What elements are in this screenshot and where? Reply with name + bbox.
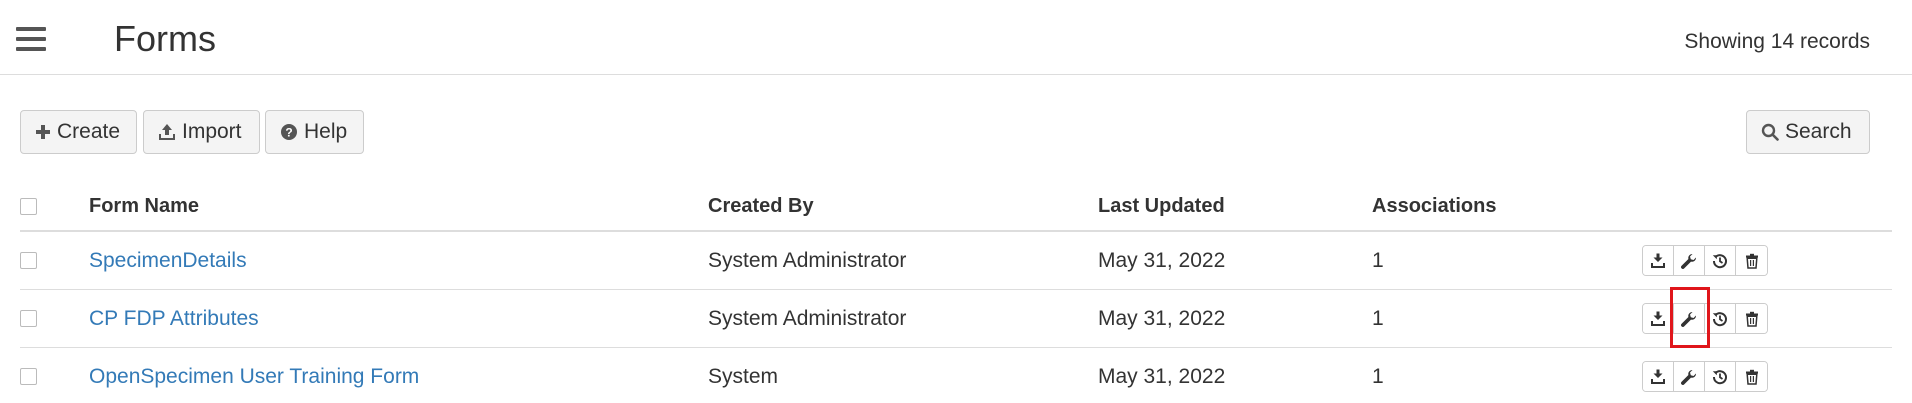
associations-cell: 1 — [1372, 248, 1384, 272]
record-count: Showing 14 records — [1684, 30, 1870, 53]
column-header-associations[interactable]: Associations — [1372, 182, 1496, 230]
form-name-link[interactable]: OpenSpecimen User Training Form — [89, 365, 419, 389]
delete-button[interactable] — [1736, 246, 1767, 275]
revisions-button[interactable] — [1705, 246, 1736, 275]
search-button-label: Search — [1785, 120, 1852, 143]
associations-cell: 1 — [1372, 306, 1384, 330]
edit-button[interactable] — [1674, 246, 1705, 275]
column-header-last-updated[interactable]: Last Updated — [1098, 182, 1225, 230]
edit-button[interactable] — [1674, 304, 1705, 333]
create-button[interactable]: Create — [20, 110, 137, 154]
last-updated-cell: May 31, 2022 — [1098, 364, 1226, 388]
upload-icon — [159, 124, 175, 140]
page-title: Forms — [114, 18, 216, 59]
download-icon — [1651, 253, 1665, 268]
import-button[interactable]: Import — [143, 110, 260, 154]
last-updated-cell: May 31, 2022 — [1098, 248, 1226, 272]
created-by-cell: System Administrator — [708, 306, 907, 330]
wrench-icon — [1681, 253, 1697, 269]
hamburger-menu-icon[interactable] — [16, 27, 50, 55]
help-button-label: Help — [304, 120, 348, 143]
row-checkbox[interactable] — [20, 252, 37, 269]
last-updated-cell: May 31, 2022 — [1098, 306, 1226, 330]
export-button[interactable] — [1643, 362, 1674, 391]
table-row: CP FDP Attributes System Administrator M… — [20, 290, 1892, 348]
wrench-icon — [1681, 369, 1697, 385]
wrench-icon — [1681, 311, 1697, 327]
associations-cell: 1 — [1372, 364, 1384, 388]
history-icon — [1712, 253, 1727, 268]
column-header-form-name[interactable]: Form Name — [89, 182, 199, 230]
row-checkbox[interactable] — [20, 310, 37, 327]
row-checkbox[interactable] — [20, 368, 37, 385]
created-by-cell: System Administrator — [708, 248, 907, 272]
question-circle-icon: ? — [281, 124, 297, 140]
form-name-link[interactable]: CP FDP Attributes — [89, 307, 259, 331]
trash-icon — [1745, 311, 1758, 327]
help-button[interactable]: ? Help — [265, 110, 364, 154]
delete-button[interactable] — [1736, 362, 1767, 391]
form-name-link[interactable]: SpecimenDetails — [89, 249, 247, 273]
row-actions — [1642, 245, 1768, 276]
select-all-checkbox[interactable] — [20, 197, 37, 215]
export-button[interactable] — [1643, 304, 1674, 333]
revisions-button[interactable] — [1705, 362, 1736, 391]
create-button-label: Create — [57, 120, 121, 143]
created-by-cell: System — [708, 364, 779, 388]
plus-icon — [36, 125, 50, 139]
history-icon — [1712, 369, 1727, 384]
download-icon — [1651, 369, 1665, 384]
column-header-created-by[interactable]: Created By — [708, 182, 814, 230]
table-header-row: Form Name Created By Last Updated Associ… — [20, 182, 1892, 232]
delete-button[interactable] — [1736, 304, 1767, 333]
search-button[interactable]: Search — [1746, 110, 1870, 154]
export-button[interactable] — [1643, 246, 1674, 275]
table-row: OpenSpecimen User Training Form System M… — [20, 348, 1892, 403]
search-icon — [1761, 123, 1779, 141]
row-actions — [1642, 361, 1768, 392]
download-icon — [1651, 311, 1665, 326]
row-actions — [1642, 303, 1768, 334]
edit-button[interactable] — [1674, 362, 1705, 391]
forms-table: Form Name Created By Last Updated Associ… — [20, 182, 1892, 403]
top-bar: Forms Showing 14 records — [0, 0, 1912, 75]
table-row: SpecimenDetails System Administrator May… — [20, 232, 1892, 290]
trash-icon — [1745, 253, 1758, 269]
import-button-label: Import — [182, 120, 242, 143]
trash-icon — [1745, 369, 1758, 385]
revisions-button[interactable] — [1705, 304, 1736, 333]
svg-text:?: ? — [285, 126, 292, 140]
history-icon — [1712, 311, 1727, 326]
